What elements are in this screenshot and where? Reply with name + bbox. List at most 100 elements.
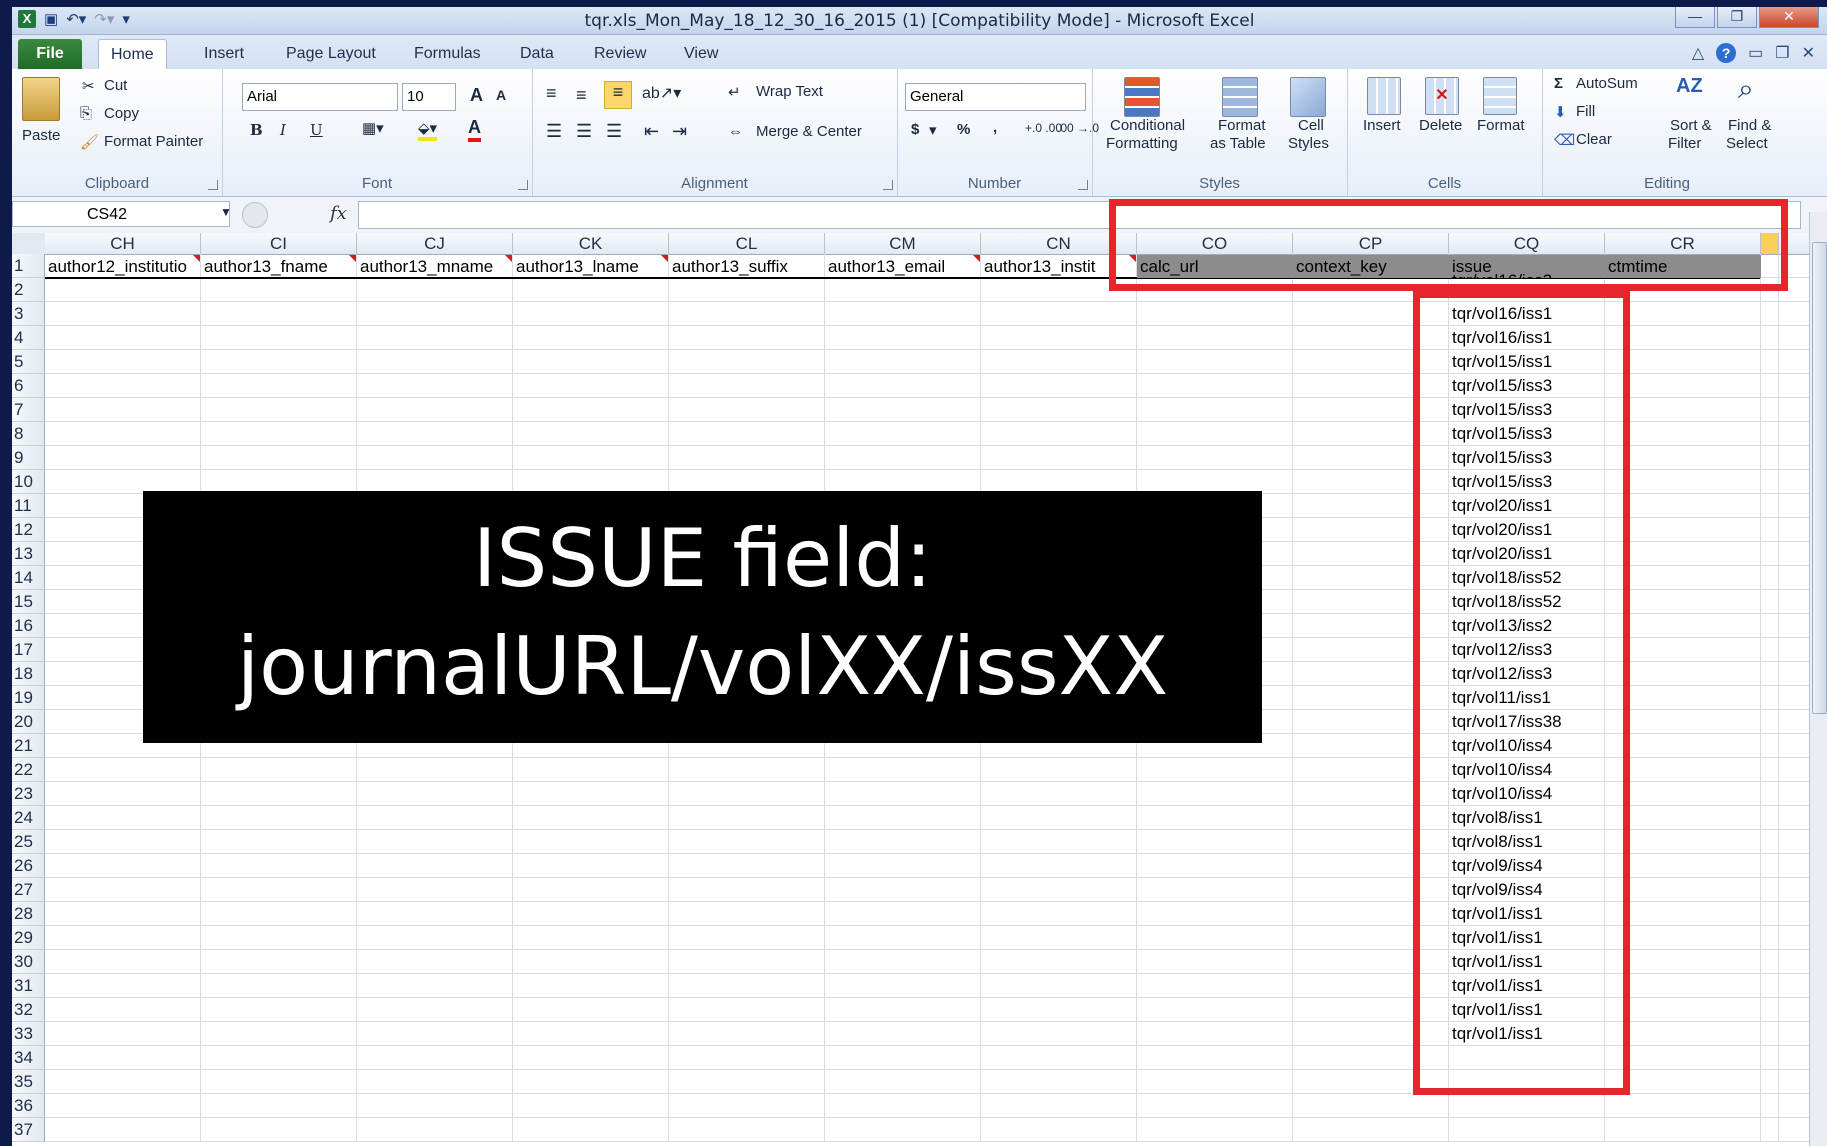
find-select-button-line2[interactable]: Select [1726,135,1768,152]
cut-button[interactable]: Cut [104,77,127,94]
fill-color-icon[interactable]: ⬙▾ [418,119,438,141]
row-header[interactable]: 8 [12,422,45,446]
row-header[interactable]: 36 [12,1094,45,1118]
wrap-text-button[interactable]: Wrap Text [756,83,823,100]
align-middle-icon[interactable]: ≡ [576,85,587,106]
row-header[interactable]: 5 [12,350,45,374]
number-format-select[interactable]: General [905,83,1086,111]
row-header[interactable]: 30 [12,950,45,974]
tab-view[interactable]: View [672,39,730,69]
copy-icon[interactable]: ⎘ [80,105,92,122]
tab-page-layout[interactable]: Page Layout [274,39,388,69]
sort-filter-icon[interactable]: AZ [1676,75,1703,98]
cut-icon[interactable]: ✂ [82,77,95,95]
font-name-select[interactable]: Arial [242,83,398,111]
column-header-ch[interactable]: CH [45,233,201,255]
underline-button[interactable]: U [310,121,323,139]
font-color-button[interactable]: A [468,117,481,142]
clipboard-launcher-icon[interactable] [208,180,218,190]
row-header[interactable]: 37 [12,1118,45,1142]
row-header[interactable]: 27 [12,878,45,902]
header-cell-author13-lname[interactable]: author13_lname [516,255,668,278]
grow-font-button[interactable]: A [470,85,483,106]
format-as-table-button-line2[interactable]: as Table [1210,135,1266,152]
format-as-table-icon[interactable] [1222,77,1258,117]
align-right-icon[interactable]: ☰ [606,121,622,142]
fill-button[interactable]: Fill [1576,103,1595,120]
help-icon[interactable]: ? [1716,43,1737,63]
align-bottom-icon[interactable]: ≡ [604,81,632,109]
row-header[interactable]: 25 [12,830,45,854]
doc-close-icon[interactable]: ✕ [1802,43,1815,63]
tab-file[interactable]: File [18,39,82,69]
decrease-indent-icon[interactable]: ⇤ [644,121,659,142]
find-select-button[interactable]: Find & [1728,117,1771,134]
merge-center-button[interactable]: Merge & Center [756,123,862,140]
currency-dropdown-icon[interactable]: ▾ [929,121,937,139]
increase-indent-icon[interactable]: ⇥ [672,121,687,142]
row-header[interactable]: 16 [12,614,45,638]
row-header[interactable]: 26 [12,854,45,878]
align-left-icon[interactable]: ☰ [546,121,562,142]
tab-review[interactable]: Review [582,39,658,69]
copy-button[interactable]: Copy [104,105,139,122]
restore-button[interactable]: ❐ [1717,7,1757,28]
alignment-launcher-icon[interactable] [883,180,893,190]
row-header[interactable]: 24 [12,806,45,830]
row-header[interactable]: 3 [12,302,45,326]
orientation-icon[interactable]: ab↗▾ [642,83,681,103]
merge-icon[interactable]: ⇔ [728,123,743,140]
row-header[interactable]: 33 [12,1022,45,1046]
header-cell-author13-email[interactable]: author13_email [828,255,980,278]
header-cell-author13-mname[interactable]: author13_mname [360,255,512,278]
column-header-ci[interactable]: CI [201,233,357,255]
name-box[interactable]: CS42 [12,201,230,227]
minimize-button[interactable]: — [1675,7,1715,28]
cell-styles-button[interactable]: Cell [1298,117,1324,134]
tab-formulas[interactable]: Formulas [402,39,493,69]
tab-insert[interactable]: Insert [192,39,256,69]
row-header[interactable]: 12 [12,518,45,542]
font-size-select[interactable]: 10 [402,83,456,111]
close-button[interactable]: ✕ [1759,7,1819,28]
row-header[interactable]: 6 [12,374,45,398]
currency-button[interactable]: $ [911,121,919,138]
doc-minimize-icon[interactable]: ▭ [1748,43,1763,63]
insert-cells-icon[interactable] [1367,77,1401,115]
row-header[interactable]: 21 [12,734,45,758]
scrollbar-thumb[interactable] [1812,242,1827,714]
fill-icon[interactable]: ⬇ [1554,103,1567,121]
comma-button[interactable]: , [993,119,997,136]
format-cells-button[interactable]: Format [1477,117,1525,134]
cell-styles-button-line2[interactable]: Styles [1288,135,1329,152]
delete-cells-icon[interactable]: ✕ [1425,77,1459,115]
clear-icon[interactable]: ⌫ [1554,131,1575,149]
format-cells-icon[interactable] [1483,77,1517,115]
borders-icon[interactable]: ▦▾ [362,119,384,137]
row-header[interactable]: 22 [12,758,45,782]
paste-button[interactable]: Paste [22,127,60,144]
header-cell-author12-institution[interactable]: author12_institutio [48,255,200,278]
insert-cells-button[interactable]: Insert [1363,117,1401,134]
align-top-icon[interactable]: ≡ [546,83,557,104]
row-header[interactable]: 20 [12,710,45,734]
column-header-ck[interactable]: CK [513,233,669,255]
row-header[interactable]: 4 [12,326,45,350]
row-header[interactable]: 10 [12,470,45,494]
row-header[interactable]: 32 [12,998,45,1022]
row-header[interactable]: 28 [12,902,45,926]
italic-button[interactable]: I [280,121,286,139]
row-header[interactable]: 1 [12,254,45,278]
number-launcher-icon[interactable] [1078,180,1088,190]
wrap-text-icon[interactable]: ↵ [728,83,741,101]
delete-cells-button[interactable]: Delete [1419,117,1462,134]
row-header[interactable]: 18 [12,662,45,686]
column-header-cl[interactable]: CL [669,233,825,255]
find-select-icon[interactable]: ⌕ [1738,73,1754,106]
row-header[interactable]: 23 [12,782,45,806]
row-header[interactable]: 14 [12,566,45,590]
autosum-button[interactable]: AutoSum [1576,75,1638,92]
row-header[interactable]: 9 [12,446,45,470]
format-painter-button[interactable]: Format Painter [104,133,203,150]
format-as-table-button[interactable]: Format [1218,117,1266,134]
